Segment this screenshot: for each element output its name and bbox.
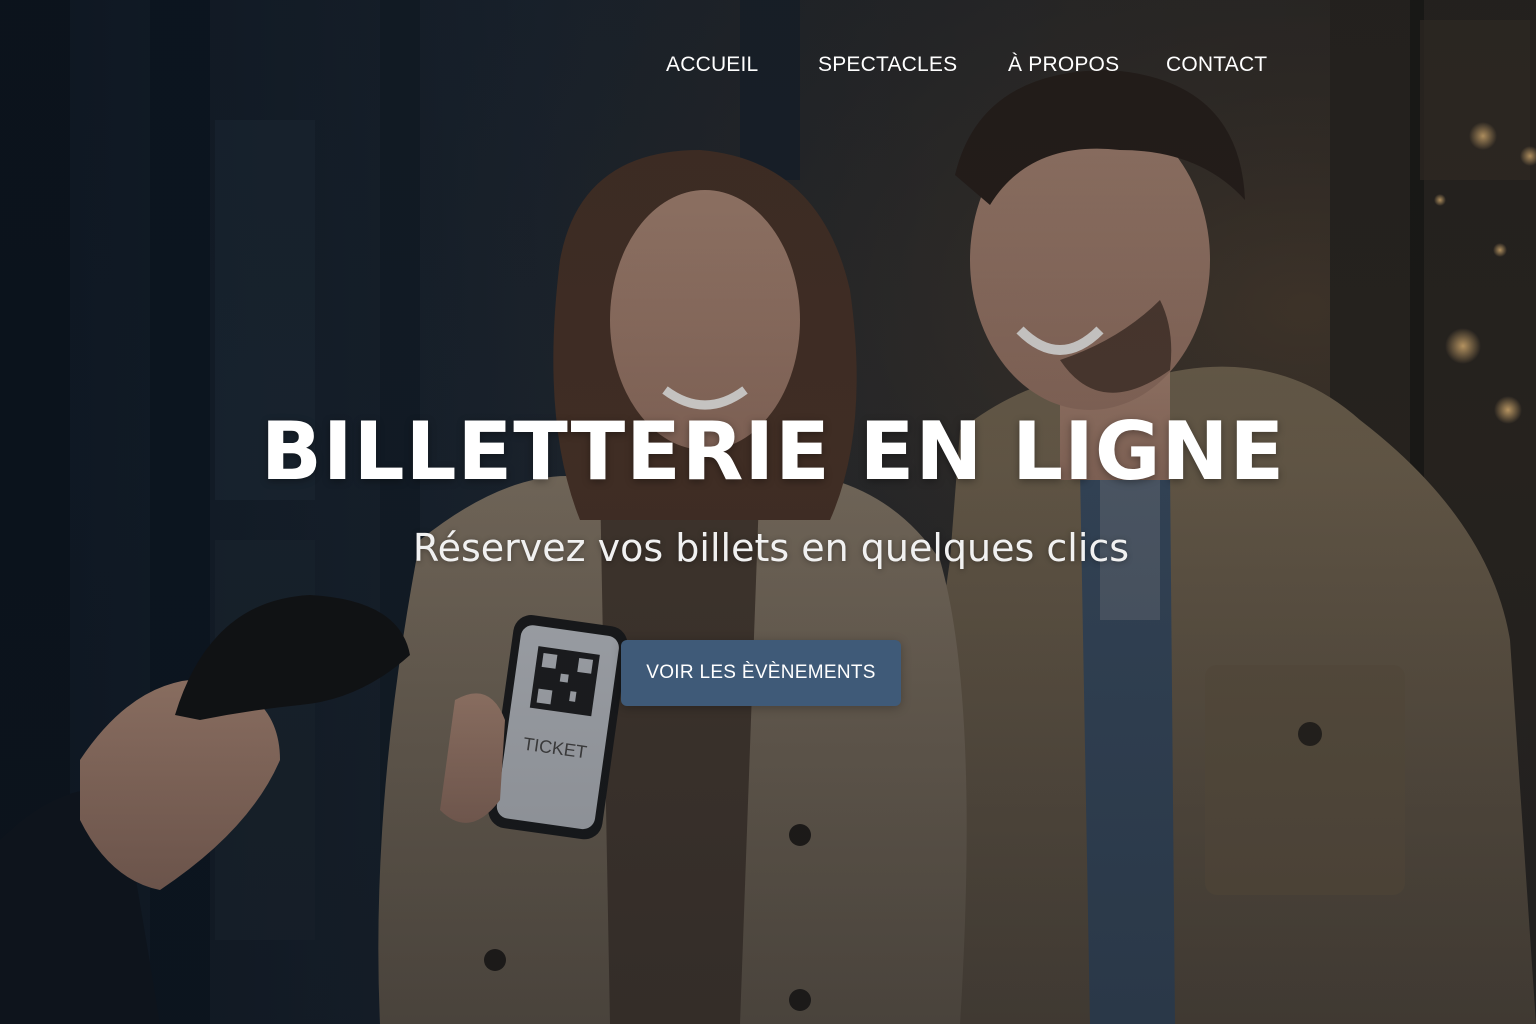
nav-link-a-propos[interactable]: À PROPOS xyxy=(1008,48,1119,82)
main-navigation: ACCUEIL SPECTACLES À PROPOS CONTACT xyxy=(0,48,1536,82)
hero-section: TICKET ACCUEIL SPECTACLES À PROPOS CONTA… xyxy=(0,0,1536,1024)
nav-link-contact[interactable]: CONTACT xyxy=(1166,48,1267,82)
hero-title: BILLETTERIE EN LIGNE xyxy=(260,405,1286,498)
nav-link-accueil[interactable]: ACCUEIL xyxy=(666,48,758,82)
hero-dark-overlay xyxy=(0,0,1536,1024)
nav-link-spectacles[interactable]: SPECTACLES xyxy=(818,48,957,82)
hero-subtitle: Réservez vos billets en quelques clics xyxy=(412,526,1130,570)
view-events-button[interactable]: VOIR LES ÈVÈNEMENTS xyxy=(621,640,901,706)
